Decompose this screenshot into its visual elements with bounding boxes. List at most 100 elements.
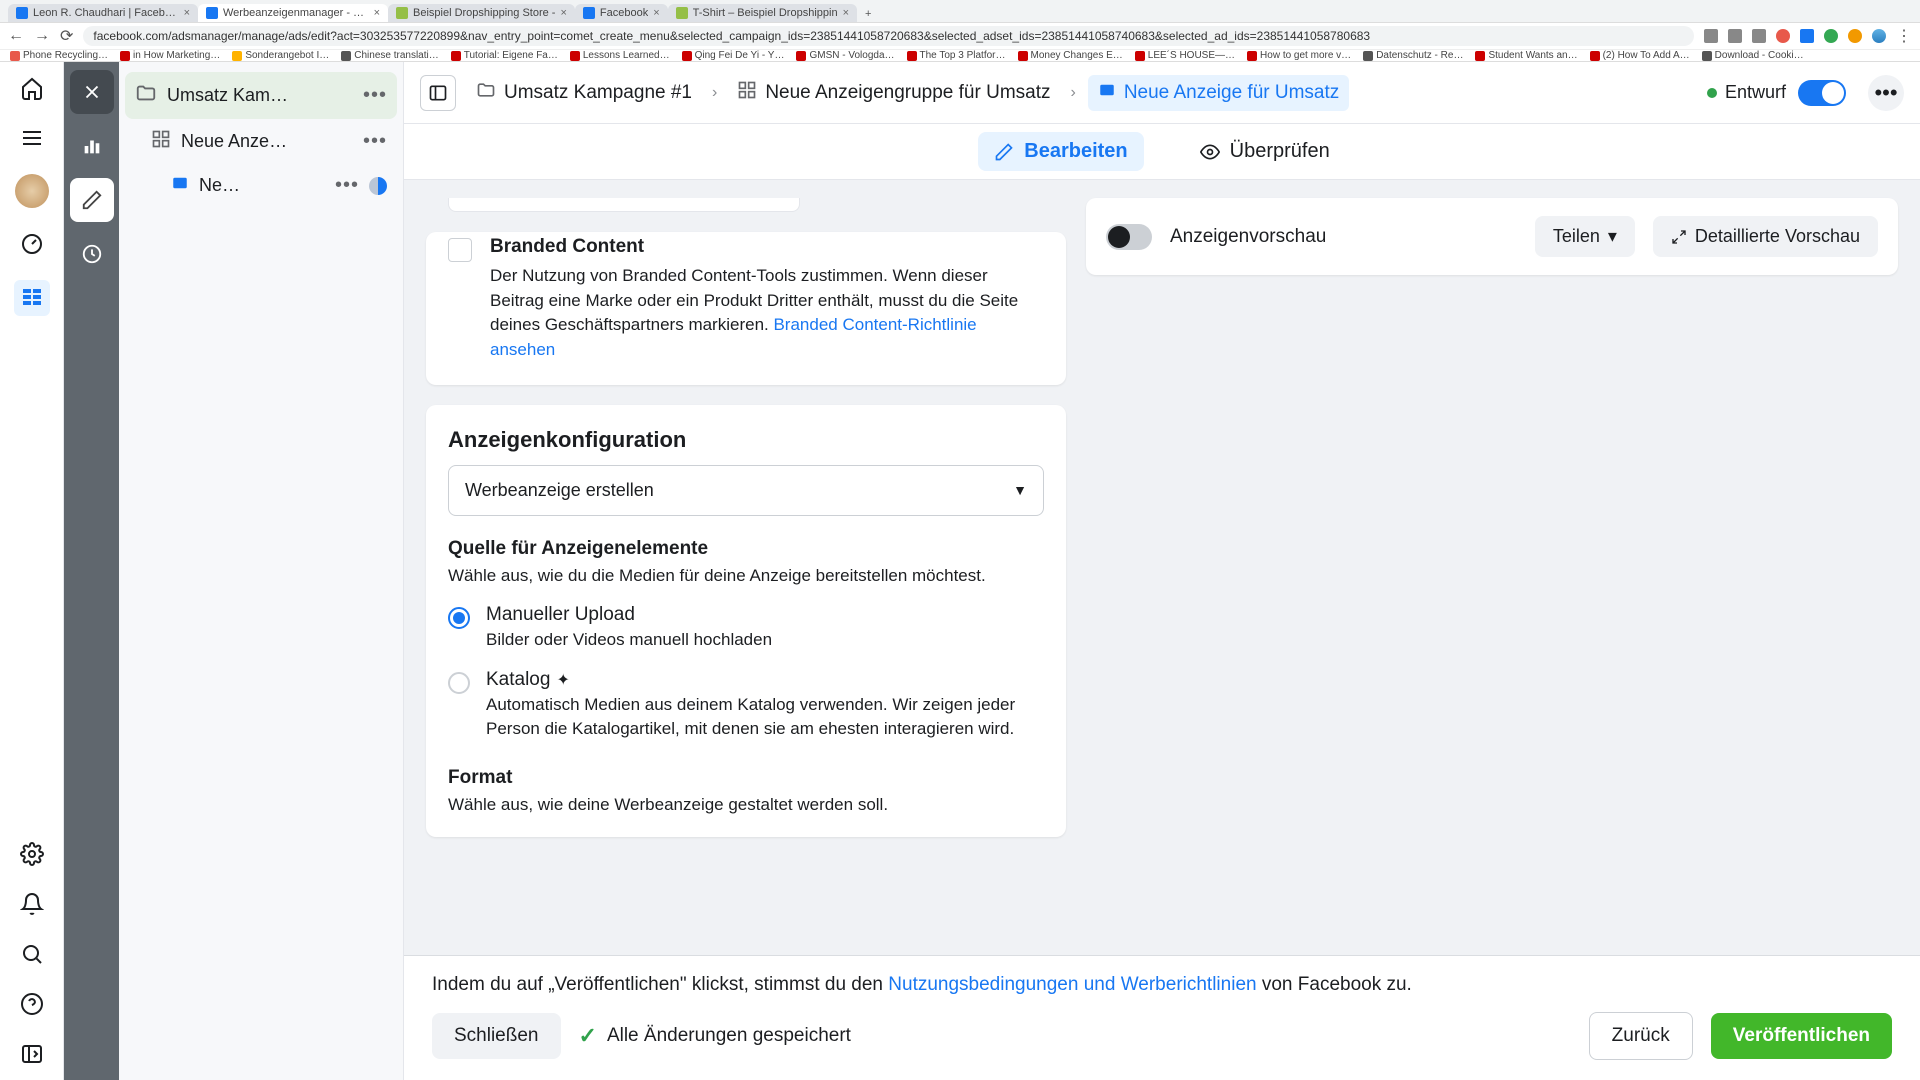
favicon xyxy=(206,7,218,19)
new-tab-button[interactable]: + xyxy=(857,6,879,22)
tree-adset-row[interactable]: Neue Anze… ••• xyxy=(141,119,397,164)
source-desc: Wähle aus, wie du die Medien für deine A… xyxy=(448,566,1044,586)
preview-toggle[interactable] xyxy=(1106,224,1152,250)
panel-toggle-button[interactable] xyxy=(420,75,456,111)
star-icon[interactable] xyxy=(1752,29,1766,43)
bookmark-item[interactable]: Chinese translati… xyxy=(341,50,438,61)
branded-content-card: Branded Content Der Nutzung von Branded … xyxy=(426,232,1066,385)
field-cutoff xyxy=(448,198,800,212)
close-icon[interactable]: × xyxy=(184,7,190,19)
grid-icon[interactable] xyxy=(14,280,50,316)
status-label: Entwurf xyxy=(1725,82,1786,103)
caret-down-icon: ▼ xyxy=(1013,482,1027,498)
share-button[interactable]: Teilen ▾ xyxy=(1535,216,1635,257)
crumb-campaign-label: Umsatz Kampagne #1 xyxy=(504,82,692,104)
bookmark-item[interactable]: Sonderangebot I… xyxy=(232,50,329,61)
preview-title: Anzeigenvorschau xyxy=(1170,226,1517,248)
bookmark-item[interactable]: Datenschutz - Re… xyxy=(1363,50,1463,61)
avatar[interactable] xyxy=(15,174,49,208)
bookmark-item[interactable]: Tutorial: Eigene Fa… xyxy=(451,50,558,61)
nav-forward-icon[interactable]: → xyxy=(34,27,50,45)
overflow-button[interactable]: ••• xyxy=(1868,75,1904,111)
browser-tab[interactable]: T-Shirt – Beispiel Dropshippin× xyxy=(668,4,857,22)
bookmark-item[interactable]: GMSN - Vologda… xyxy=(796,50,894,61)
terms-link[interactable]: Nutzungsbedingungen und Werberichtlinien xyxy=(888,974,1256,995)
publish-button[interactable]: Veröffentlichen xyxy=(1711,1013,1892,1059)
caret-down-icon: ▾ xyxy=(1608,226,1617,247)
bookmark-item[interactable]: in How Marketing… xyxy=(120,50,220,61)
tree-ad-label: Ne… xyxy=(199,175,325,196)
nav-reload-icon[interactable]: ⟳ xyxy=(60,26,73,46)
collapse-icon[interactable] xyxy=(18,1040,46,1068)
radio-manual-input[interactable] xyxy=(448,607,470,629)
zoom-icon[interactable] xyxy=(1704,29,1718,43)
browser-tab[interactable]: Beispiel Dropshipping Store -× xyxy=(388,4,575,22)
back-button[interactable]: Zurück xyxy=(1589,1012,1693,1060)
close-icon[interactable]: × xyxy=(374,7,380,19)
home-icon[interactable] xyxy=(18,74,46,102)
stats-icon[interactable] xyxy=(70,124,114,168)
close-button[interactable]: Schließen xyxy=(432,1013,561,1059)
ad-enabled-toggle[interactable] xyxy=(1798,80,1846,106)
radio-catalog[interactable]: Katalog✦ Automatisch Medien aus deinem K… xyxy=(448,669,1044,741)
address-bar[interactable]: facebook.com/adsmanager/manage/ads/edit?… xyxy=(83,26,1694,46)
bookmark-item[interactable]: (2) How To Add A… xyxy=(1590,50,1690,61)
more-icon[interactable]: ••• xyxy=(335,174,359,197)
bookmark-item[interactable]: LEE´S HOUSE—… xyxy=(1135,50,1235,61)
menu-icon[interactable] xyxy=(18,124,46,152)
browser-tab[interactable]: Werbeanzeigenmanager - We× xyxy=(198,4,388,22)
radio-manual-upload[interactable]: Manueller Upload Bilder oder Videos manu… xyxy=(448,604,1044,652)
crumb-adset[interactable]: Neue Anzeigengruppe für Umsatz xyxy=(729,76,1058,110)
crumb-campaign[interactable]: Umsatz Kampagne #1 xyxy=(468,76,700,110)
bookmark-item[interactable]: Qing Fei De Yi - Y… xyxy=(682,50,785,61)
bell-icon[interactable] xyxy=(18,890,46,918)
check-icon: ✓ xyxy=(579,1023,597,1049)
browser-tab[interactable]: Facebook× xyxy=(575,4,668,22)
more-icon[interactable]: ••• xyxy=(363,84,387,107)
bookmark-item[interactable]: Lessons Learned… xyxy=(570,50,670,61)
close-icon[interactable]: × xyxy=(843,7,849,19)
favicon xyxy=(583,7,595,19)
bookmark-item[interactable]: Download - Cooki… xyxy=(1702,50,1804,61)
bookmark-item[interactable]: The Top 3 Platfor… xyxy=(907,50,1006,61)
radio-catalog-input[interactable] xyxy=(448,672,470,694)
tree-campaign-row[interactable]: Umsatz Kam… ••• xyxy=(125,72,397,119)
settings-icon[interactable] xyxy=(18,840,46,868)
detailed-preview-button[interactable]: Detaillierte Vorschau xyxy=(1653,216,1878,257)
campaign-tree-panel: Umsatz Kam… ••• Neue Anze… ••• Ne… ••• xyxy=(119,62,404,1080)
close-icon[interactable]: × xyxy=(653,7,659,19)
clock-icon[interactable] xyxy=(70,232,114,276)
ext2-icon[interactable] xyxy=(1800,29,1814,43)
browser-tab[interactable]: Leon R. Chaudhari | Facebook× xyxy=(8,4,198,22)
tab-review[interactable]: Überprüfen xyxy=(1184,132,1346,171)
kebab-icon[interactable]: ⋮ xyxy=(1896,26,1912,46)
ad-icon xyxy=(171,174,189,197)
crumb-ad[interactable]: Neue Anzeige für Umsatz xyxy=(1088,75,1349,111)
bookmark-item[interactable]: Phone Recycling… xyxy=(10,50,108,61)
more-icon[interactable]: ••• xyxy=(363,130,387,153)
close-panel-button[interactable] xyxy=(70,70,114,114)
adset-icon xyxy=(737,80,757,106)
favicon xyxy=(676,7,688,19)
search-icon[interactable] xyxy=(18,940,46,968)
bookmark-item[interactable]: Money Changes E… xyxy=(1018,50,1123,61)
bookmark-item[interactable]: Student Wants an… xyxy=(1475,50,1577,61)
ext1-icon[interactable] xyxy=(1776,29,1790,43)
tab-edit[interactable]: Bearbeiten xyxy=(978,132,1143,171)
close-icon[interactable]: × xyxy=(560,7,566,19)
tree-campaign-label: Umsatz Kam… xyxy=(167,85,353,106)
pencil-icon[interactable] xyxy=(70,178,114,222)
gauge-icon[interactable] xyxy=(18,230,46,258)
branded-content-checkbox[interactable] xyxy=(448,238,472,262)
breadcrumb-bar: Umsatz Kampagne #1 › Neue Anzeigengruppe… xyxy=(404,62,1920,124)
help-icon[interactable] xyxy=(18,990,46,1018)
tree-ad-row[interactable]: Ne… ••• xyxy=(161,164,397,207)
tab-review-label: Überprüfen xyxy=(1230,140,1330,163)
ext4-icon[interactable] xyxy=(1848,29,1862,43)
bookmark-item[interactable]: How to get more v… xyxy=(1247,50,1351,61)
nav-back-icon[interactable]: ← xyxy=(8,27,24,45)
profile-icon[interactable] xyxy=(1872,29,1886,43)
ad-type-select[interactable]: Werbeanzeige erstellen ▼ xyxy=(448,465,1044,516)
ext3-icon[interactable] xyxy=(1824,29,1838,43)
share-icon[interactable] xyxy=(1728,29,1742,43)
